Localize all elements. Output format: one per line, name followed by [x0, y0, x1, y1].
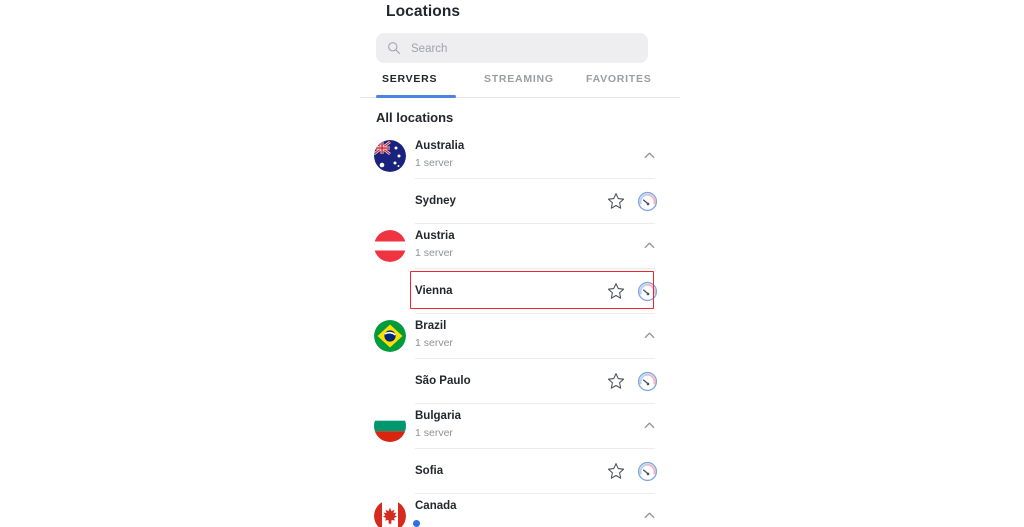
app-window: Locations SERVERS STREAMING FAVORITES Al… [0, 0, 1024, 527]
country-name: Austria [415, 230, 455, 242]
star-outline-icon[interactable] [607, 192, 625, 210]
city-row-highlighted[interactable]: Vienna [360, 269, 680, 314]
country-row[interactable]: Brazil 1 server [360, 314, 680, 359]
city-name: São Paulo [415, 375, 471, 387]
country-name: Bulgaria [415, 410, 462, 422]
tab-bar: SERVERS STREAMING FAVORITES [360, 68, 680, 98]
city-row[interactable]: Sofia [360, 449, 680, 494]
country-name: Canada [415, 500, 457, 512]
chevron-up-icon[interactable] [643, 329, 656, 342]
search-input[interactable] [409, 33, 638, 65]
flag-brazil-icon [374, 320, 406, 352]
speed-gauge-icon[interactable] [637, 371, 658, 392]
chevron-up-icon[interactable] [643, 239, 656, 252]
flag-canada-icon [374, 500, 406, 527]
search-field[interactable] [376, 33, 648, 65]
country-name: Australia [415, 140, 465, 152]
tab-active-indicator [376, 95, 456, 98]
search-icon [388, 42, 401, 55]
flag-austria-icon [374, 230, 406, 262]
speed-gauge-icon[interactable] [637, 461, 658, 482]
country-server-count: 1 server [415, 247, 453, 259]
speed-gauge-icon[interactable] [637, 191, 658, 212]
tab-streaming[interactable]: STREAMING [478, 68, 578, 97]
country-row[interactable]: Canada [360, 494, 680, 527]
country-row[interactable]: Australia 1 server [360, 134, 680, 179]
city-name: Sofia [415, 465, 444, 477]
star-outline-icon[interactable] [607, 462, 625, 480]
city-name: Sydney [415, 195, 456, 207]
status-dot [413, 520, 420, 527]
chevron-up-icon[interactable] [643, 509, 656, 522]
city-row[interactable]: São Paulo [360, 359, 680, 404]
country-server-count: 1 server [415, 157, 453, 169]
tab-servers[interactable]: SERVERS [376, 68, 471, 97]
country-server-count: 1 server [415, 337, 453, 349]
country-server-count: 1 server [415, 427, 453, 439]
tab-favorites[interactable]: FAVORITES [580, 68, 680, 97]
country-row[interactable]: Austria 1 server [360, 224, 680, 269]
city-name: Vienna [415, 285, 453, 297]
locations-list: Australia 1 server Sydney Austria 1 serv… [360, 134, 680, 527]
star-outline-icon[interactable] [607, 282, 625, 300]
flag-australia-icon [374, 140, 406, 172]
locations-panel: Locations SERVERS STREAMING FAVORITES Al… [360, 0, 680, 527]
city-row[interactable]: Sydney [360, 179, 680, 224]
all-locations-heading: All locations [376, 110, 454, 125]
star-outline-icon[interactable] [607, 372, 625, 390]
flag-bulgaria-icon [374, 410, 406, 442]
speed-gauge-icon[interactable] [637, 281, 658, 302]
chevron-up-icon[interactable] [643, 419, 656, 432]
chevron-up-icon[interactable] [643, 149, 656, 162]
page-title: Locations [386, 3, 461, 20]
country-row[interactable]: Bulgaria 1 server [360, 404, 680, 449]
country-name: Brazil [415, 320, 447, 332]
